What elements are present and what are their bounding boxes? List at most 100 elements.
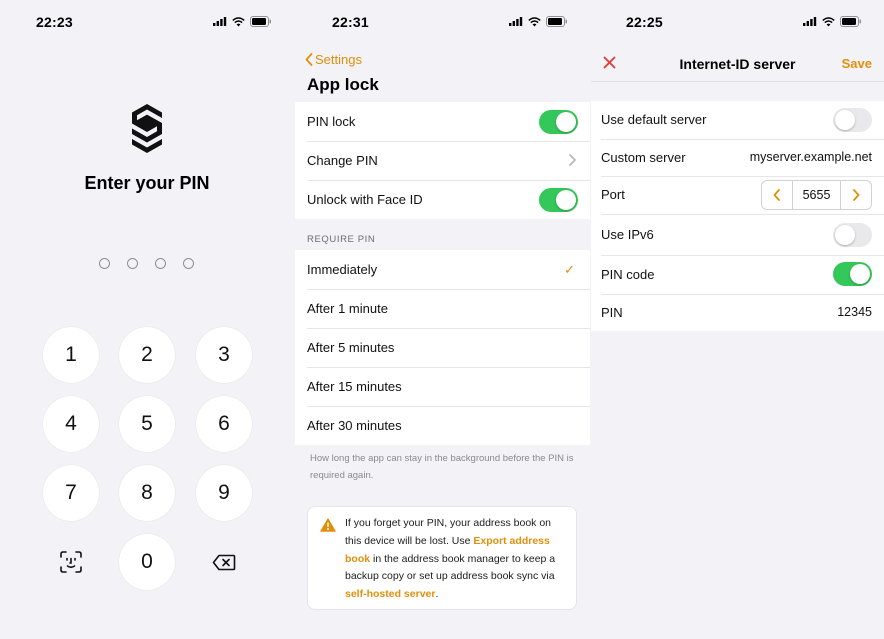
option-label: After 30 minutes (307, 418, 402, 433)
option-label: Immediately (307, 262, 378, 277)
status-bar: 22:25 (591, 0, 884, 44)
self-hosted-server-link[interactable]: self-hosted server (345, 588, 435, 600)
ipv6-row: Use IPv6 (591, 213, 884, 255)
status-bar: 22:31 (295, 0, 590, 44)
battery-icon (546, 16, 567, 27)
pin-lock-label: PIN lock (307, 114, 356, 129)
option-label: After 1 minute (307, 301, 388, 316)
warning-card: If you forget your PIN, your address boo… (307, 506, 577, 610)
server-settings-group: Use default server Custom server myserve… (591, 101, 884, 331)
status-time: 22:31 (332, 14, 369, 30)
status-icons (803, 16, 862, 27)
chevron-right-icon (569, 154, 576, 166)
page-title: App lock (307, 75, 379, 94)
port-label: Port (601, 187, 625, 203)
key-7[interactable]: 7 (43, 465, 99, 521)
backspace-button[interactable] (196, 534, 252, 590)
signal-icon (803, 17, 817, 26)
face-id-button[interactable] (43, 534, 99, 590)
default-server-row: Use default server (591, 101, 884, 139)
pin-row[interactable]: PIN 12345 (591, 293, 884, 332)
status-bar: 22:23 (0, 0, 294, 44)
pin-value[interactable]: 12345 (837, 305, 872, 319)
option-label: After 15 minutes (307, 379, 402, 394)
key-0[interactable]: 0 (119, 534, 175, 590)
default-server-toggle[interactable] (833, 108, 872, 132)
port-row: Port 5655 (591, 176, 884, 214)
change-pin-row[interactable]: Change PIN (295, 141, 590, 180)
signal-icon (509, 17, 523, 26)
wifi-icon (822, 16, 835, 26)
pin-label: PIN (601, 304, 623, 320)
chevron-right-icon (853, 189, 860, 201)
wifi-icon (232, 16, 245, 26)
key-8[interactable]: 8 (119, 465, 175, 521)
pin-dot (155, 258, 166, 269)
page-title: Internet-ID server (679, 56, 796, 72)
key-2[interactable]: 2 (119, 327, 175, 383)
warning-icon (320, 518, 336, 532)
chevron-left-icon (305, 53, 313, 66)
option-1-minute[interactable]: After 1 minute (295, 289, 590, 328)
section-header: REQUIRE PIN (307, 234, 376, 245)
checkmark-icon: ✓ (564, 262, 575, 277)
require-pin-options: Immediately ✓ After 1 minute After 5 min… (295, 250, 590, 445)
status-time: 22:23 (36, 14, 73, 30)
option-30-minutes[interactable]: After 30 minutes (295, 406, 590, 445)
warning-text-part: . (435, 588, 439, 601)
face-id-label: Unlock with Face ID (307, 192, 423, 207)
key-5[interactable]: 5 (119, 396, 175, 452)
back-button[interactable]: Settings (305, 52, 362, 67)
key-3[interactable]: 3 (196, 327, 252, 383)
internet-id-server-screen: 22:25 Internet-ID server Save Use defaul… (591, 0, 884, 639)
option-immediately[interactable]: Immediately ✓ (295, 250, 590, 289)
port-stepper: 5655 (761, 180, 872, 210)
warning-text: If you forget your PIN, your address boo… (345, 515, 567, 604)
custom-server-row[interactable]: Custom server myserver.example.net (591, 138, 884, 177)
face-id-icon (60, 551, 82, 573)
page-title: Enter your PIN (84, 173, 210, 193)
increment-button[interactable] (841, 181, 871, 209)
pin-dot (183, 258, 194, 269)
pin-lock-toggle[interactable] (539, 110, 578, 134)
nav-bar: Internet-ID server Save (591, 44, 884, 82)
face-id-row: Unlock with Face ID (295, 180, 590, 219)
ipv6-toggle[interactable] (833, 222, 872, 247)
decrement-button[interactable] (762, 181, 792, 209)
pin-dot (127, 258, 138, 269)
option-5-minutes[interactable]: After 5 minutes (295, 328, 590, 367)
footnote: How long the app can stay in the backgro… (310, 453, 574, 481)
key-4[interactable]: 4 (43, 396, 99, 452)
status-time: 22:25 (626, 14, 663, 30)
option-label: After 5 minutes (307, 340, 395, 355)
battery-icon (840, 16, 861, 27)
change-pin-label: Change PIN (307, 153, 378, 168)
pin-code-row: PIN code (591, 254, 884, 294)
chevron-left-icon (773, 189, 780, 201)
status-icons (213, 16, 272, 27)
signal-icon (213, 17, 227, 26)
app-logo-icon (132, 104, 162, 153)
wifi-icon (528, 16, 541, 26)
pin-dots (99, 258, 194, 269)
save-button[interactable]: Save (842, 56, 872, 71)
port-value[interactable]: 5655 (792, 181, 841, 209)
default-server-label: Use default server (601, 112, 707, 128)
backspace-icon (212, 554, 236, 570)
back-label: Settings (315, 52, 362, 67)
custom-server-value[interactable]: myserver.example.net (750, 150, 872, 164)
pin-code-toggle[interactable] (833, 261, 872, 286)
key-9[interactable]: 9 (196, 465, 252, 521)
enter-pin-screen: 22:23 Enter your PIN 1 2 3 4 5 6 7 8 9 0 (0, 0, 294, 639)
option-15-minutes[interactable]: After 15 minutes (295, 367, 590, 406)
custom-server-label: Custom server (601, 149, 686, 165)
battery-icon (250, 16, 271, 27)
key-6[interactable]: 6 (196, 396, 252, 452)
ipv6-label: Use IPv6 (601, 226, 654, 242)
face-id-toggle[interactable] (539, 188, 578, 212)
pin-lock-row: PIN lock (295, 102, 590, 141)
pin-dot (99, 258, 110, 269)
app-lock-screen: 22:31 Settings App lock PIN lock Change … (295, 0, 590, 639)
key-1[interactable]: 1 (43, 327, 99, 383)
warning-text-part: in the address book manager to keep a ba… (345, 552, 556, 583)
